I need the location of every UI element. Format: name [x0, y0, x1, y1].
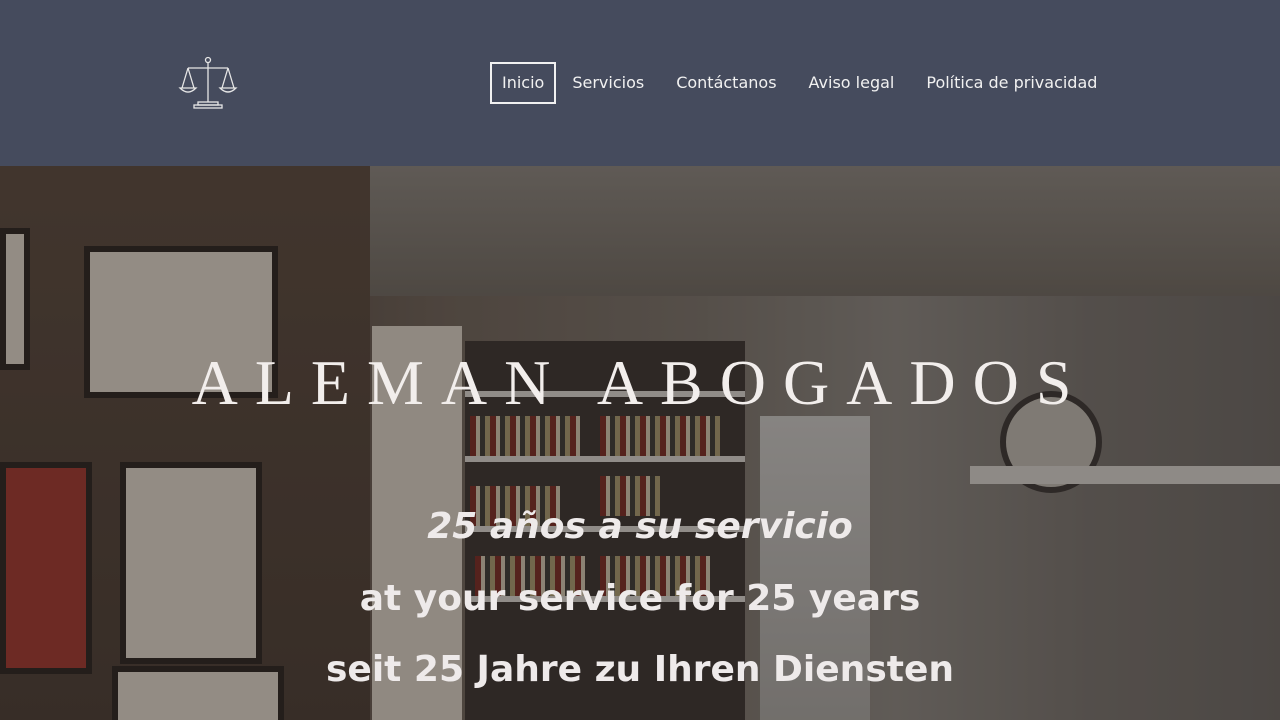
- scales-of-justice-icon[interactable]: [178, 54, 238, 112]
- hero-tagline-en: at your service for 25 years: [359, 578, 921, 619]
- nav-item-politica-privacidad[interactable]: Política de privacidad: [910, 64, 1113, 102]
- main-nav: Inicio Servicios Contáctanos Aviso legal…: [490, 62, 1113, 104]
- hero-title: ALEMAN ABOGADOS: [191, 347, 1089, 418]
- nav-item-servicios[interactable]: Servicios: [556, 64, 660, 102]
- hero-section: ALEMAN ABOGADOS 25 años a su servicio at…: [0, 166, 1280, 720]
- nav-item-inicio[interactable]: Inicio: [490, 62, 557, 104]
- nav-item-contactanos[interactable]: Contáctanos: [660, 64, 792, 102]
- hero-overlay: [0, 166, 1280, 720]
- hero-tagline-es: 25 años a su servicio: [427, 506, 853, 547]
- site-header: Inicio Servicios Contáctanos Aviso legal…: [0, 0, 1280, 166]
- nav-item-aviso-legal[interactable]: Aviso legal: [793, 64, 911, 102]
- hero-tagline-de: seit 25 Jahre zu Ihren Diensten: [326, 649, 954, 690]
